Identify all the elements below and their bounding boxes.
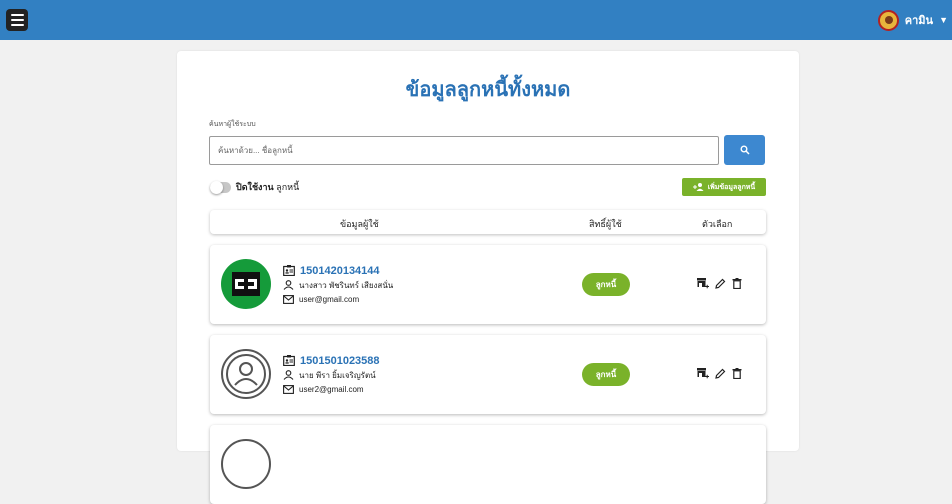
chevron-down-icon: ▼: [939, 15, 948, 25]
header-user-info: ข้อมูลผู้ใช้: [340, 219, 379, 229]
role-badge[interactable]: ลูกหนี้: [582, 363, 630, 386]
pencil-icon[interactable]: [715, 278, 726, 289]
name-line: นางสาว พัชรินทร์ เสียงสนั่น: [283, 278, 393, 292]
trash-icon[interactable]: [732, 368, 742, 379]
user-detail: 1501420134144 นางสาว พัชรินทร์ เสียงสนั่…: [283, 263, 393, 306]
add-debtor-button[interactable]: เพิ่มข้อมูลลูกหนี้: [682, 178, 766, 196]
menu-icon[interactable]: [6, 9, 28, 31]
disabled-toggle-row: ปิดใช้งาน ลูกหนี้: [210, 180, 299, 194]
name-line: นาย พีรา ยิ้มเจริญรัตน์: [283, 368, 380, 382]
avatar: [221, 439, 271, 489]
user-id: 1501420134144: [300, 264, 380, 277]
row-actions: [697, 278, 742, 289]
shop-add-icon[interactable]: [697, 368, 709, 379]
user-id: 1501501023588: [300, 354, 380, 367]
table-row: 1501501023588 นาย พีรา ยิ้มเจริญรัตน์ us…: [210, 335, 766, 414]
shop-add-icon[interactable]: [697, 278, 709, 289]
user-email: user@gmail.com: [299, 294, 360, 304]
table-row: [210, 425, 766, 504]
id-card-icon: [283, 355, 295, 366]
top-navbar: คามิน ▼: [0, 0, 952, 40]
avatar: [221, 349, 271, 399]
search-button[interactable]: [724, 135, 765, 165]
user-detail: 1501501023588 นาย พีรา ยิ้มเจริญรัตน์ us…: [283, 353, 380, 396]
search-icon: [740, 145, 750, 155]
trash-icon[interactable]: [732, 278, 742, 289]
toggle-label-rest: ลูกหนี้: [273, 182, 300, 192]
id-line: 1501420134144: [283, 263, 393, 278]
id-line: 1501501023588: [283, 353, 380, 368]
toggle-label: ปิดใช้งาน ลูกหนี้: [236, 180, 299, 194]
email-line: user@gmail.com: [283, 292, 393, 306]
person-icon: [283, 370, 294, 380]
user-email: user2@gmail.com: [299, 384, 364, 394]
row-actions: [697, 368, 742, 379]
search-input[interactable]: [209, 136, 719, 165]
user-name: นาย พีรา ยิ้มเจริญรัตน์: [299, 370, 376, 380]
header-role: สิทธิ์ผู้ใช้: [589, 219, 622, 229]
email-line: user2@gmail.com: [283, 382, 380, 396]
person-icon: [283, 280, 294, 290]
table-row: 1501420134144 นางสาว พัชรินทร์ เสียงสนั่…: [210, 245, 766, 324]
avatar: [221, 259, 271, 309]
pencil-icon[interactable]: [715, 368, 726, 379]
main-card: ข้อมูลลูกหนี้ทั้งหมด ค้นหาผู้ใช้ระบบ ปิด…: [177, 51, 799, 504]
user-name: คามิน: [904, 15, 934, 27]
disabled-toggle[interactable]: [210, 180, 231, 194]
mail-icon: [283, 384, 294, 394]
table-header: ข้อมูลผู้ใช้ สิทธิ์ผู้ใช้ ตัวเลือก: [210, 210, 766, 234]
mail-icon: [283, 294, 294, 304]
user-menu[interactable]: คามิน ▼: [877, 9, 952, 31]
page-title: ข้อมูลลูกหนี้ทั้งหมด: [405, 79, 571, 101]
add-user-icon: [692, 183, 704, 191]
search-label: ค้นหาผู้ใช้ระบบ: [209, 121, 256, 128]
user-name: นางสาว พัชรินทร์ เสียงสนั่น: [299, 280, 394, 290]
role-badge[interactable]: ลูกหนี้: [582, 273, 630, 296]
add-debtor-label: เพิ่มข้อมูลลูกหนี้: [707, 183, 756, 191]
header-options: ตัวเลือก: [702, 219, 733, 229]
avatar: [877, 9, 899, 31]
id-card-icon: [283, 265, 295, 276]
toggle-label-bold: ปิดใช้งาน: [236, 182, 274, 192]
